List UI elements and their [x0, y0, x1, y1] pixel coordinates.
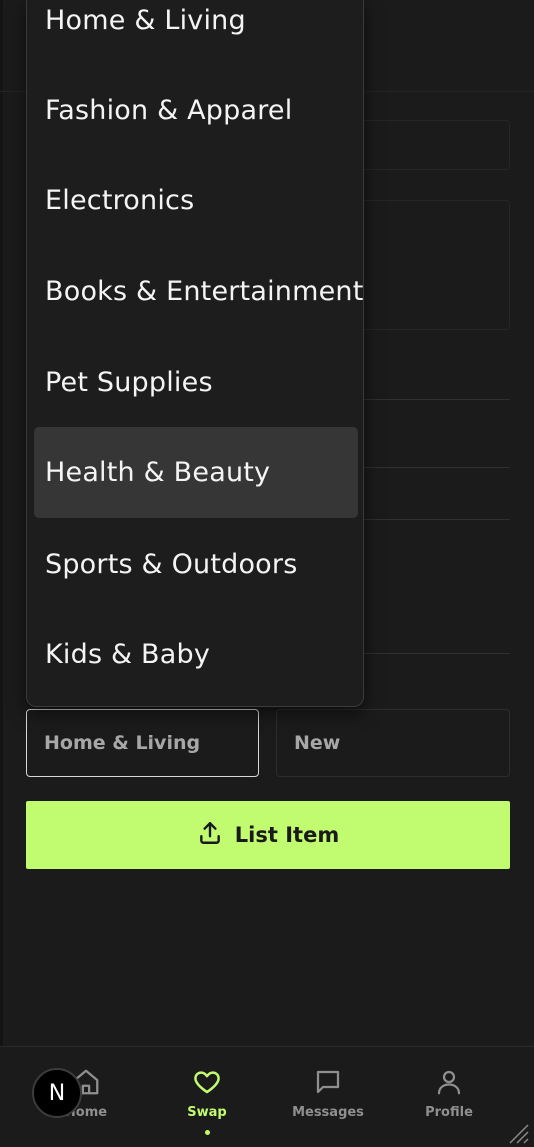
user-icon [434, 1067, 464, 1101]
divider [364, 519, 510, 520]
left-edge [0, 0, 3, 1147]
condition-select[interactable]: New [276, 709, 510, 777]
nav-messages[interactable]: Messages [273, 1067, 383, 1120]
nav-swap-label: Swap [187, 1105, 227, 1120]
list-item-button[interactable]: List Item [26, 801, 510, 869]
category-option-electronics[interactable]: Electronics [34, 155, 358, 246]
nav-profile[interactable]: Profile [394, 1067, 504, 1120]
dev-badge[interactable]: N [32, 1068, 82, 1118]
upload-icon [197, 820, 223, 851]
category-select-value: Home & Living [44, 732, 201, 754]
category-option-fashion-apparel[interactable]: Fashion & Apparel [34, 65, 358, 156]
nav-profile-label: Profile [425, 1105, 473, 1120]
active-indicator-dot [204, 1130, 210, 1135]
list-item-label: List Item [234, 823, 340, 847]
category-select[interactable]: Home & Living [26, 709, 259, 777]
category-option-books-entertainment[interactable]: Books & Entertainment [34, 246, 363, 337]
category-option-sports-outdoors[interactable]: Sports & Outdoors [34, 519, 358, 610]
nav-swap[interactable]: Swap [152, 1067, 262, 1135]
category-option-pet-supplies[interactable]: Pet Supplies [34, 337, 358, 428]
category-dropdown-menu: Home & Living Fashion & Apparel Electron… [26, 0, 364, 707]
divider [364, 467, 510, 468]
message-icon [313, 1067, 343, 1101]
category-option-health-beauty[interactable]: Health & Beauty [34, 427, 358, 518]
category-option-kids-baby[interactable]: Kids & Baby [34, 609, 358, 700]
nav-messages-label: Messages [292, 1105, 364, 1120]
divider [364, 653, 510, 654]
heart-icon [191, 1067, 223, 1101]
resize-handle-icon[interactable] [506, 1121, 530, 1145]
condition-select-value: New [294, 732, 341, 754]
category-option-home-living[interactable]: Home & Living [34, 0, 358, 66]
divider [364, 399, 510, 400]
